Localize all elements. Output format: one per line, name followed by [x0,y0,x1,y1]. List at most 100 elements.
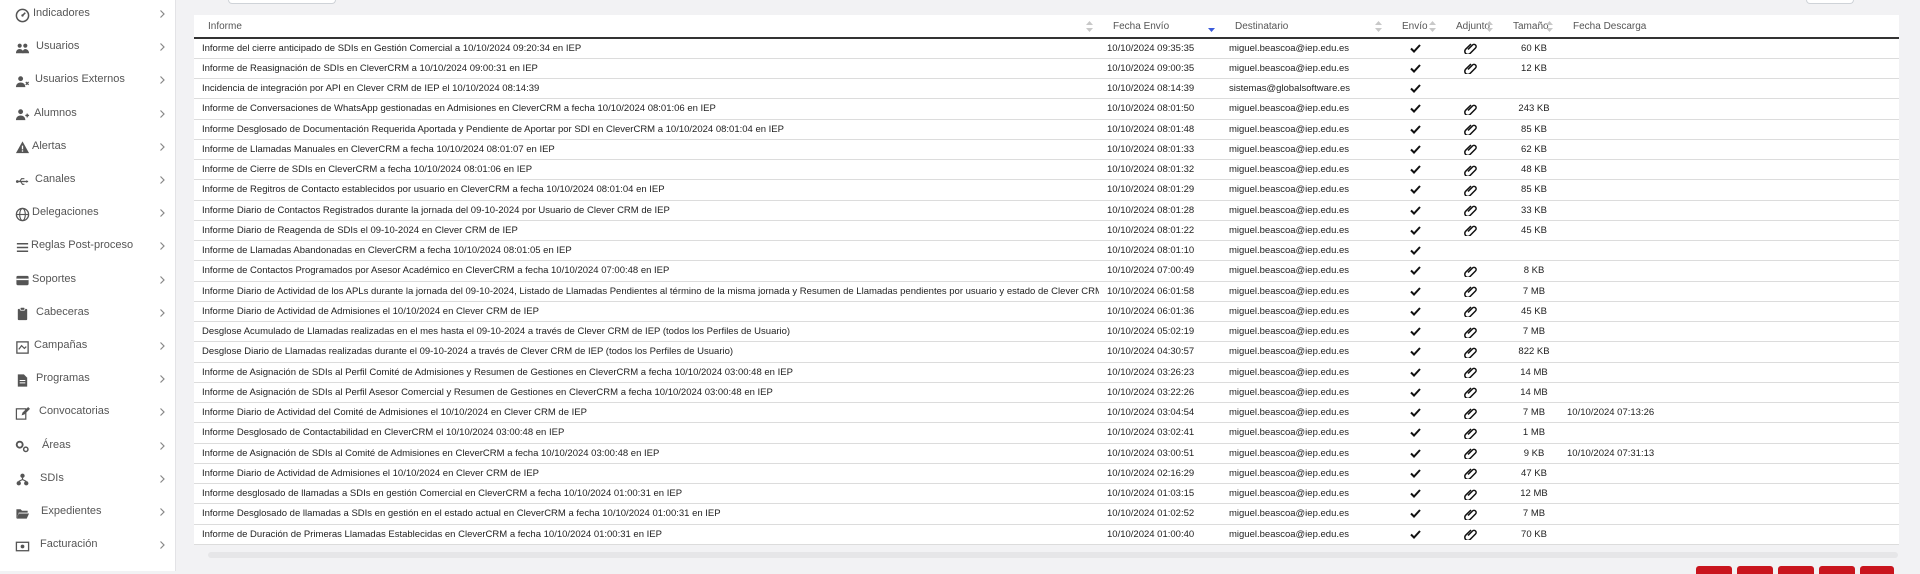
cell-adjunto[interactable] [1442,260,1499,282]
paperclip-icon[interactable] [1464,164,1477,177]
paperclip-icon[interactable] [1464,63,1477,76]
table-row[interactable]: Informe de Llamadas Abandonadas en Cleve… [194,240,1899,262]
table-row[interactable]: Informe desglosado de llamadas a SDIs en… [194,483,1899,505]
table-row[interactable]: Informe Desglosado de llamadas a SDIs en… [194,503,1899,525]
cell-adjunto[interactable] [1442,382,1499,404]
sidebar-item-soportes[interactable]: Soportes [0,264,175,297]
table-row[interactable]: Informe de Asignación de SDIs al Perfil … [194,382,1899,404]
sidebar-item-cabeceras[interactable]: Cabeceras [0,297,175,330]
table-row[interactable]: Informe de Contactos Programados por Ase… [194,260,1899,282]
column-header-fecha-envio[interactable]: Fecha Envío [1099,15,1221,39]
paperclip-icon[interactable] [1464,387,1477,400]
table-row[interactable]: Informe Diario de Reagenda de SDIs el 09… [194,220,1899,242]
sidebar-item-sdis[interactable]: SDIs [0,463,175,496]
top-toolbar-button[interactable] [228,0,336,4]
pagination-button[interactable] [1737,566,1773,574]
table-row[interactable]: Informe Diario de Actividad de Admisione… [194,463,1899,485]
cell-adjunto[interactable] [1442,301,1499,323]
cell-adjunto[interactable] [1442,524,1499,545]
paperclip-icon[interactable] [1464,468,1477,481]
column-header-envio[interactable]: Envío [1388,15,1442,39]
paperclip-icon[interactable] [1464,448,1477,461]
horizontal-scrollbar[interactable] [208,552,1898,558]
cell-adjunto[interactable] [1442,341,1499,363]
sidebar-item-usuarios[interactable]: Usuarios [0,31,175,64]
cell-adjunto[interactable] [1442,220,1499,242]
table-row[interactable]: Informe Desglosado de Documentación Requ… [194,119,1899,140]
table-row[interactable]: Informe Diario de Actividad del Comité d… [194,402,1899,424]
sidebar-item-campanas[interactable]: Campañas [0,330,175,363]
cell-adjunto[interactable] [1442,281,1499,302]
sidebar-item-canales[interactable]: Canales [0,164,175,197]
sidebar-item-alumnos[interactable]: Alumnos [0,98,175,131]
cell-adjunto[interactable] [1442,443,1499,464]
cell-adjunto[interactable] [1442,483,1499,505]
paperclip-icon[interactable] [1464,184,1477,197]
paperclip-icon[interactable] [1464,488,1477,501]
cell-adjunto[interactable] [1442,139,1499,161]
table-row[interactable]: Informe de Llamadas Manuales en CleverCR… [194,139,1899,161]
sidebar-item-usuarios-externos[interactable]: Usuarios Externos [0,64,175,97]
sidebar-item-convocatorias[interactable]: Convocatorias [0,396,175,429]
sidebar-item-expedientes[interactable]: Expedientes [0,496,175,529]
table-row[interactable]: Informe Diario de Actividad de Admisione… [194,301,1899,323]
paperclip-icon[interactable] [1464,225,1477,238]
cell-adjunto[interactable] [1442,402,1499,424]
cell-adjunto[interactable] [1442,38,1499,59]
sidebar-item-facturacion[interactable]: Facturación [0,529,175,562]
table-row[interactable]: Informe de Cierre de SDIs en CleverCRM a… [194,159,1899,181]
sidebar-item-programas[interactable]: Programas [0,363,175,396]
cell-adjunto[interactable] [1442,179,1499,201]
table-row[interactable]: Informe de Reasignación de SDIs en Cleve… [194,58,1899,80]
table-row[interactable]: Desglose Diario de Llamadas realizadas d… [194,341,1899,363]
table-row[interactable]: Informe Diario de Actividad de los APLs … [194,281,1899,302]
sidebar-item-areas[interactable]: Áreas [0,430,175,463]
paperclip-icon[interactable] [1464,529,1477,542]
cell-adjunto[interactable] [1442,200,1499,221]
paperclip-icon[interactable] [1464,346,1477,359]
table-row[interactable]: Informe de Asignación de SDIs al Comité … [194,443,1899,464]
sidebar-item-reglas-post-proceso[interactable]: Reglas Post-proceso [0,230,175,263]
paperclip-icon[interactable] [1464,124,1477,137]
table-row[interactable]: Informe Desglosado de Contactabilidad en… [194,422,1899,444]
paperclip-icon[interactable] [1464,144,1477,157]
cell-adjunto[interactable] [1442,463,1499,485]
paperclip-icon[interactable] [1464,508,1477,521]
paperclip-icon[interactable] [1464,103,1477,116]
column-header-destinatario[interactable]: Destinatario [1221,15,1388,39]
pagination-button[interactable] [1696,566,1732,574]
column-header-fecha-descarga[interactable]: Fecha Descarga [1559,15,1687,39]
table-row[interactable]: Incidencia de integración por API en Cle… [194,78,1899,100]
cell-adjunto[interactable] [1442,503,1499,525]
paperclip-icon[interactable] [1464,43,1477,56]
table-row[interactable]: Informe Diario de Contactos Registrados … [194,200,1899,221]
pagination-button[interactable] [1778,566,1814,574]
table-row[interactable]: Desglose Acumulado de Llamadas realizada… [194,321,1899,343]
column-header-tamano[interactable]: Tamaño [1499,15,1559,39]
cell-adjunto[interactable] [1442,422,1499,444]
paperclip-icon[interactable] [1464,407,1477,420]
paperclip-icon[interactable] [1464,427,1477,440]
table-row[interactable]: Informe del cierre anticipado de SDIs en… [194,38,1899,59]
column-header-informe[interactable]: Informe [194,15,1099,39]
column-header-adjunto[interactable]: Adjunto [1442,15,1499,39]
paperclip-icon[interactable] [1464,205,1477,218]
cell-adjunto[interactable] [1442,58,1499,80]
paperclip-icon[interactable] [1464,265,1477,278]
pagination-button[interactable] [1819,566,1855,574]
paperclip-icon[interactable] [1464,306,1477,319]
paperclip-icon[interactable] [1464,326,1477,339]
cell-adjunto[interactable] [1442,362,1499,383]
cell-adjunto[interactable] [1442,119,1499,140]
cell-adjunto[interactable] [1442,321,1499,343]
pagination-button[interactable] [1860,566,1894,574]
top-toolbar-button-right[interactable] [1806,0,1854,4]
table-row[interactable]: Informe de Regitros de Contacto establec… [194,179,1899,201]
table-row[interactable]: Informe de Duración de Primeras Llamadas… [194,524,1899,545]
paperclip-icon[interactable] [1464,367,1477,380]
sidebar-item-indicadores[interactable]: Indicadores [0,0,175,31]
table-row[interactable]: Informe de Asignación de SDIs al Perfil … [194,362,1899,383]
sidebar-item-alertas[interactable]: Alertas [0,131,175,164]
cell-adjunto[interactable] [1442,98,1499,120]
paperclip-icon[interactable] [1464,286,1477,299]
